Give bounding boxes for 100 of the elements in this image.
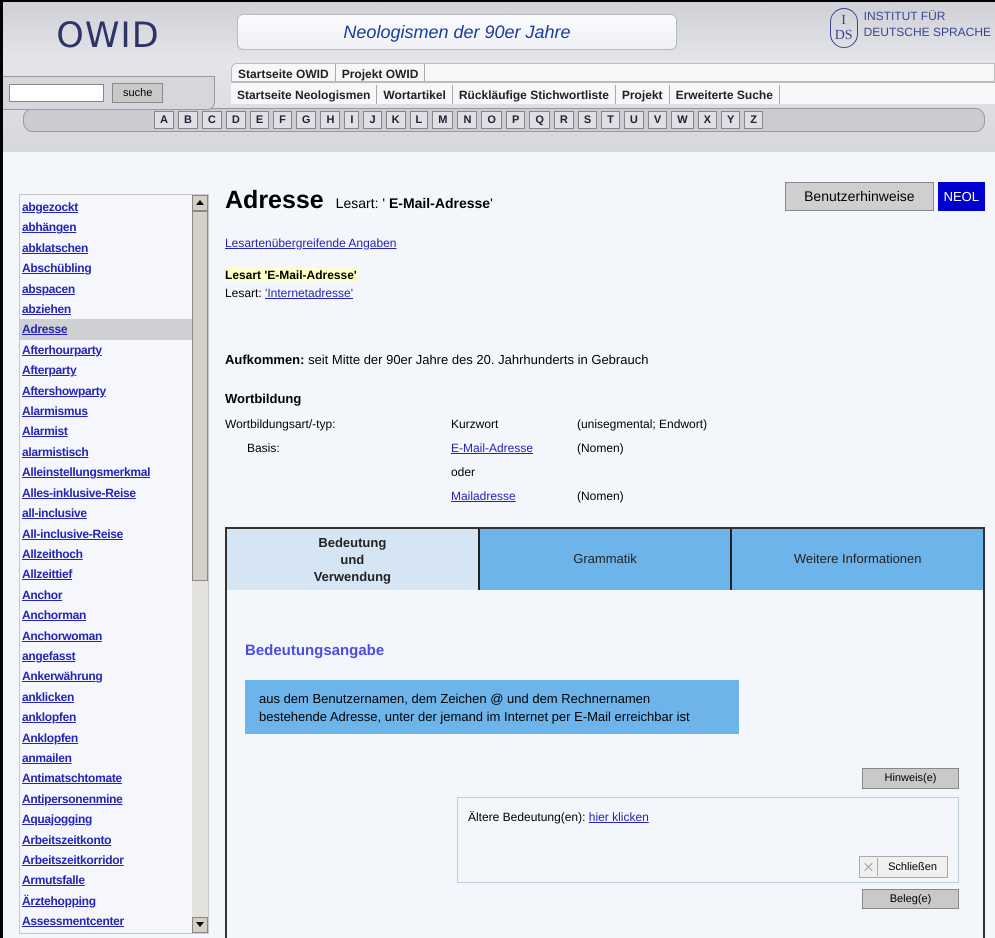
tab[interactable]: Bedeutung und Verwendung — [227, 528, 478, 590]
user-notes-button[interactable]: Benutzerhinweise — [785, 182, 934, 211]
word-link[interactable]: Armutsfalle — [20, 870, 192, 891]
word-link[interactable]: alarmistisch — [20, 442, 192, 462]
institute-name[interactable]: INSTITUT FÜR DEUTSCHE SPRACHE — [864, 8, 991, 62]
word-link[interactable]: Adresse — [20, 319, 192, 340]
click-here-link[interactable]: hier klicken — [588, 810, 649, 824]
word-link[interactable]: Aquajogging — [20, 809, 192, 830]
overview-link[interactable]: Lesartenübergreifende Angaben — [225, 236, 396, 250]
word-link[interactable]: Abschübling — [20, 258, 192, 279]
word-link[interactable]: All-inclusive-Reise — [20, 524, 192, 544]
letter-button[interactable]: N — [457, 110, 478, 128]
sense-prefix: Lesart: — [225, 286, 262, 300]
word-link[interactable]: Assessmentcenter — [20, 911, 192, 932]
nav-link[interactable]: Projekt — [616, 84, 670, 104]
letter-button[interactable]: R — [554, 110, 574, 128]
word-link[interactable]: all-inclusive — [20, 503, 192, 524]
base-word-link[interactable]: Mailadresse — [451, 488, 516, 502]
nav-link[interactable]: Erweiterte Suche — [670, 84, 780, 104]
word-link[interactable]: Arbeitszeitkonto — [20, 830, 192, 850]
nav-link[interactable]: Wortartikel — [377, 84, 453, 104]
word-link[interactable]: anklicken — [20, 686, 192, 708]
letter-button[interactable]: A — [154, 110, 174, 128]
field-label: Wortbildungsart/-typ: — [225, 416, 336, 430]
field-value: Kurzwort — [451, 416, 498, 430]
institute-emblem[interactable]: I DS — [830, 8, 858, 48]
word-link[interactable]: angefasst — [20, 646, 192, 666]
word-link[interactable]: Antipersonenmine — [20, 788, 192, 810]
word-link[interactable]: Ärztehopping — [20, 890, 192, 912]
scroll-down-button[interactable] — [192, 917, 208, 933]
letter-button[interactable]: O — [481, 110, 502, 128]
word-link[interactable]: anmailen — [20, 748, 192, 768]
letter-button[interactable]: U — [624, 110, 644, 128]
tab[interactable]: Weitere Informationen — [730, 528, 984, 590]
evidence-button[interactable]: Beleg(e) — [862, 888, 959, 909]
site-logo[interactable]: OWID — [3, 2, 213, 62]
letter-button[interactable]: B — [178, 110, 198, 128]
hints-button[interactable]: Hinweis(e) — [862, 768, 959, 788]
word-link[interactable]: abziehen — [20, 299, 192, 320]
letter-button[interactable]: P — [506, 110, 526, 128]
word-link[interactable]: Alarmismus — [20, 401, 192, 422]
nav-link[interactable]: Projekt OWID — [336, 64, 426, 80]
letter-button[interactable]: G — [296, 110, 316, 128]
letter-button[interactable]: E — [250, 110, 270, 128]
letter-button[interactable]: X — [698, 110, 717, 128]
field-note: (Nomen) — [577, 488, 624, 502]
letter-button[interactable]: J — [363, 110, 382, 128]
letter-button[interactable]: L — [410, 110, 428, 128]
search-button[interactable]: suche — [112, 82, 164, 104]
sense-label: Lesart: ' E-Mail-Adresse' — [336, 194, 493, 213]
definition-text: aus dem Benutzernamen, dem Zeichen @ und dem Rechnernamen bestehende Adresse, unter der jemand im Internet per E-Mail erreichbar ist — [245, 680, 739, 734]
base-word-link[interactable]: E-Mail-Adresse — [451, 440, 534, 454]
neol-button[interactable]: NEOL — [938, 182, 985, 211]
letter-button[interactable]: K — [386, 110, 406, 128]
nav-link[interactable]: Startseite OWID — [232, 64, 336, 80]
letter-button[interactable]: D — [226, 110, 246, 128]
letter-button[interactable]: Q — [529, 110, 550, 128]
nav-link[interactable]: Rückläufige Stichwortliste — [452, 84, 616, 104]
word-link[interactable]: abgezockt — [20, 197, 192, 218]
headword: Adresse — [225, 185, 324, 216]
close-button[interactable]: Schließen — [859, 856, 948, 878]
letter-button[interactable]: S — [578, 110, 598, 128]
letter-button[interactable]: F — [273, 110, 292, 128]
letter-button[interactable]: Z — [744, 110, 764, 128]
word-link[interactable]: Afterparty — [20, 360, 192, 381]
letter-button[interactable]: T — [601, 110, 620, 128]
letter-button[interactable]: V — [648, 110, 668, 128]
letter-button[interactable]: W — [671, 110, 694, 128]
word-link[interactable]: Anklopfen — [20, 728, 192, 748]
word-link[interactable]: Alles-inklusive-Reise — [20, 482, 192, 504]
field-value: oder — [451, 464, 476, 478]
current-sense: Lesart 'E-Mail-Adresse' — [225, 268, 357, 282]
search-field[interactable] — [9, 84, 104, 102]
letter-button[interactable]: M — [432, 110, 454, 128]
sense-link[interactable]: 'Internetadresse' — [265, 286, 353, 300]
word-link[interactable]: Alleinstellungsmerkmal — [20, 462, 192, 483]
word-link[interactable]: anklopfen — [20, 707, 192, 728]
letter-button[interactable]: I — [344, 110, 360, 128]
word-link[interactable]: Antimatschtomate — [20, 768, 192, 789]
nav-link[interactable]: Startseite Neologismen — [231, 84, 378, 104]
word-link[interactable]: Anchorwoman — [20, 626, 192, 646]
word-link[interactable]: abklatschen — [20, 238, 192, 258]
word-link[interactable]: Alarmist — [20, 421, 192, 442]
word-link[interactable]: Arbeitszeitkorridor — [20, 850, 192, 870]
word-link[interactable]: Anchorman — [20, 605, 192, 626]
scroll-up-button[interactable] — [192, 195, 208, 211]
word-link[interactable]: Allzeittief — [20, 564, 192, 585]
word-link[interactable]: abhängen — [20, 217, 192, 238]
tab[interactable]: Grammatik — [478, 528, 730, 590]
word-link[interactable]: Aftershowparty — [20, 380, 192, 402]
word-link[interactable]: abspacen — [20, 278, 192, 300]
word-link[interactable]: Ankerwährung — [20, 666, 192, 687]
word-link[interactable]: Anchor — [20, 584, 192, 606]
letter-button[interactable]: Y — [720, 110, 740, 128]
scrollbar[interactable] — [192, 195, 208, 933]
field-note: (Nomen) — [577, 440, 624, 454]
word-link[interactable]: Afterhourparty — [20, 340, 192, 360]
letter-button[interactable]: H — [320, 110, 340, 128]
letter-button[interactable]: C — [202, 110, 222, 128]
word-link[interactable]: Allzeithoch — [20, 544, 192, 564]
